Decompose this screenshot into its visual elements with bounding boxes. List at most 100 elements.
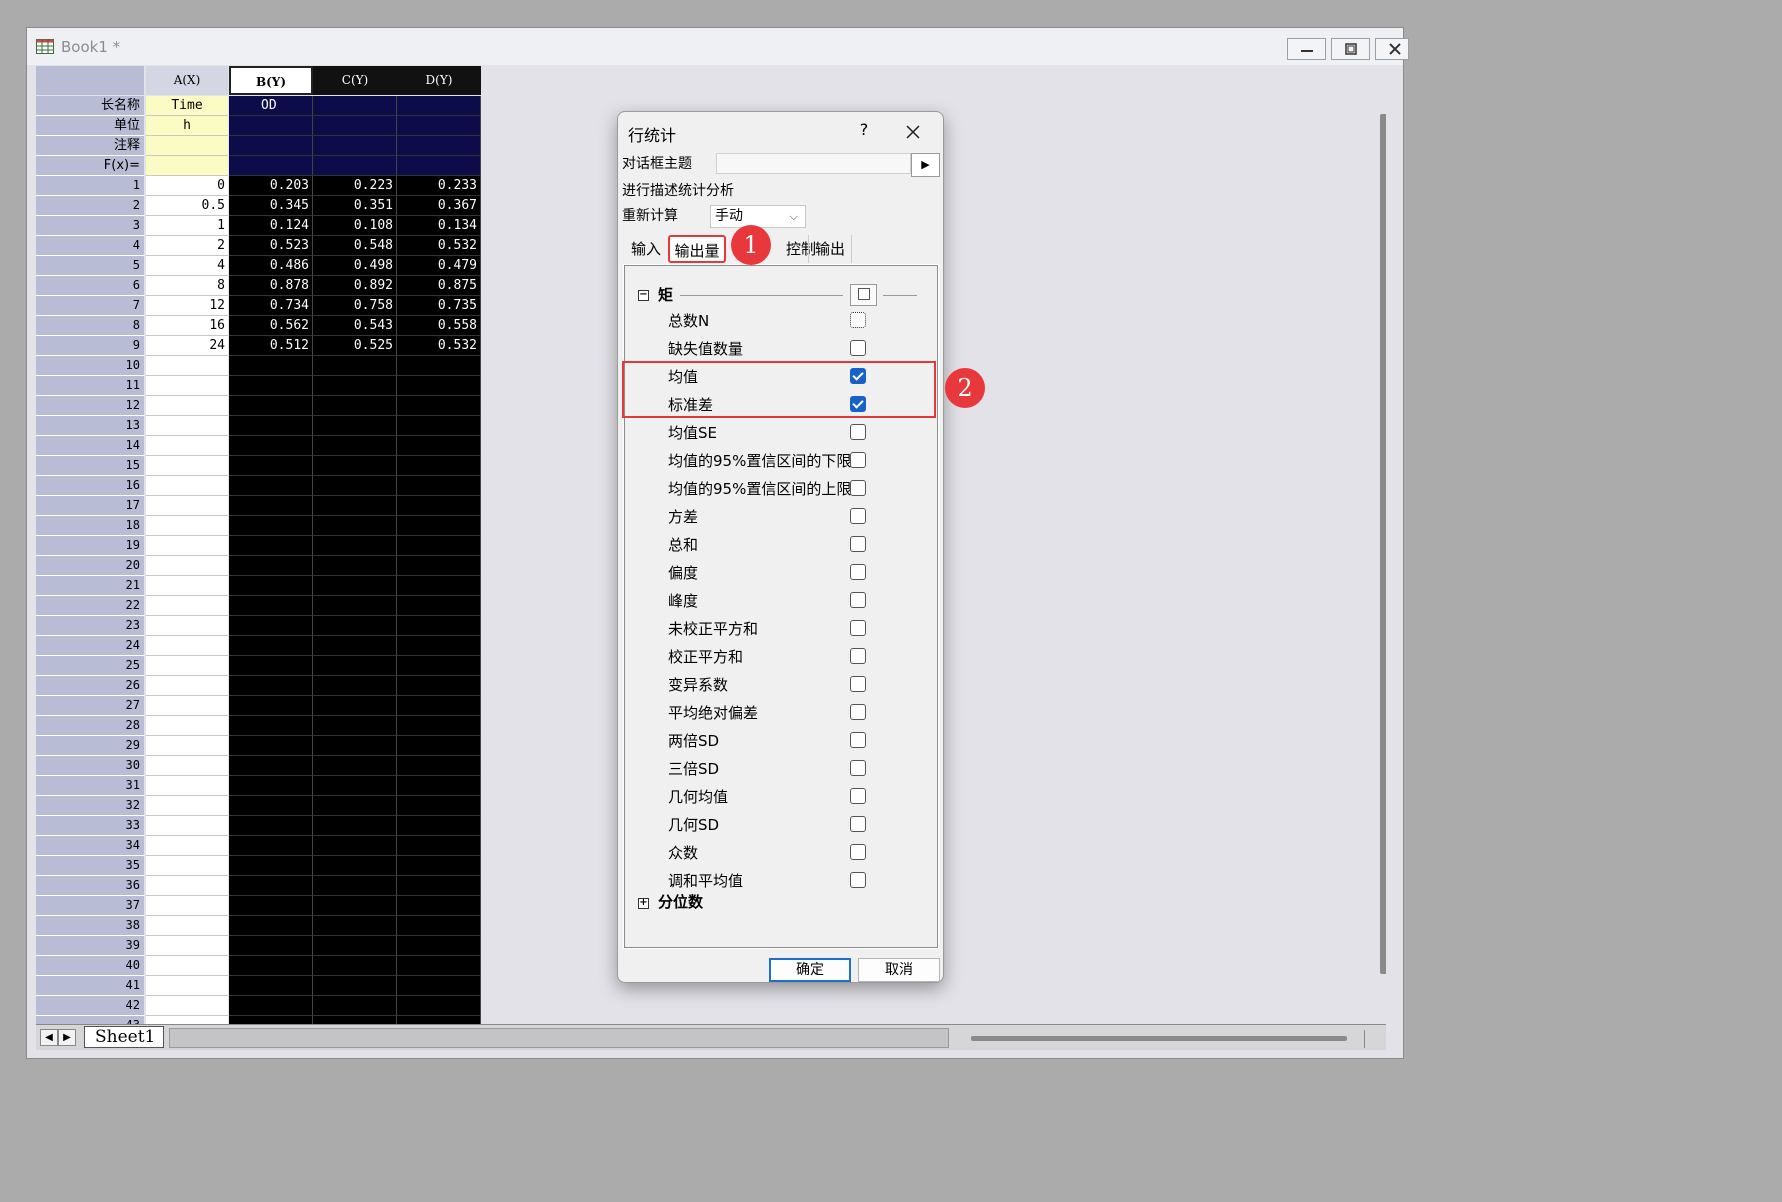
cell[interactable] (397, 1016, 481, 1024)
row-header[interactable]: 31 (36, 776, 144, 796)
cell[interactable] (229, 556, 313, 576)
cell[interactable] (229, 1016, 313, 1024)
cell[interactable] (397, 836, 481, 856)
resize-grip[interactable] (1364, 1030, 1382, 1048)
cell[interactable] (313, 576, 397, 596)
label-row-header[interactable]: 长名称 (36, 96, 144, 116)
cell[interactable] (229, 636, 313, 656)
stat-checkbox[interactable] (850, 340, 866, 356)
label-cell[interactable] (313, 96, 397, 116)
cell[interactable] (229, 496, 313, 516)
stat-checkbox[interactable] (850, 760, 866, 776)
stat-checkbox[interactable] (850, 564, 866, 580)
cell-a[interactable] (146, 716, 228, 736)
row-header[interactable]: 1 (36, 176, 144, 196)
cell[interactable] (229, 756, 313, 776)
cell[interactable]: 0.525 (313, 336, 397, 356)
cell[interactable] (397, 816, 481, 836)
stat-checkbox[interactable] (850, 648, 866, 664)
label-cell-a[interactable]: h (146, 116, 228, 136)
row-header[interactable]: 21 (36, 576, 144, 596)
cell[interactable] (397, 416, 481, 436)
label-cell[interactable] (313, 156, 397, 176)
cell-a[interactable] (146, 376, 228, 396)
cell-a[interactable] (146, 1016, 228, 1024)
cell[interactable]: 0.486 (229, 256, 313, 276)
cell[interactable]: 0.523 (229, 236, 313, 256)
stat-checkbox[interactable] (850, 872, 866, 888)
cell[interactable] (229, 396, 313, 416)
cell[interactable] (397, 916, 481, 936)
cell-a[interactable] (146, 356, 228, 376)
cell-a[interactable] (146, 576, 228, 596)
cell-a[interactable] (146, 676, 228, 696)
label-cell-a[interactable] (146, 136, 228, 156)
cell-a[interactable] (146, 856, 228, 876)
cell[interactable]: 0.134 (397, 216, 481, 236)
cell[interactable] (313, 696, 397, 716)
next-sheet-button[interactable]: ▶ (58, 1029, 76, 1046)
close-window-button[interactable] (1375, 38, 1409, 60)
recalculate-select[interactable]: 手动 ⌵ (710, 205, 806, 228)
stat-checkbox[interactable] (850, 312, 866, 328)
cell-a[interactable] (146, 996, 228, 1016)
cell[interactable] (397, 796, 481, 816)
label-cell[interactable] (229, 136, 313, 156)
cell[interactable] (313, 976, 397, 996)
cell-a[interactable] (146, 876, 228, 896)
cell-a[interactable]: 0.5 (146, 196, 228, 216)
stat-checkbox[interactable] (850, 816, 866, 832)
cell[interactable] (313, 596, 397, 616)
cell[interactable] (313, 616, 397, 636)
cell-a[interactable] (146, 976, 228, 996)
row-header[interactable]: 5 (36, 256, 144, 276)
cell-a[interactable] (146, 916, 228, 936)
cell[interactable] (229, 996, 313, 1016)
dialog-close-button[interactable] (901, 120, 925, 144)
cell[interactable] (229, 936, 313, 956)
label-cell-a[interactable] (146, 156, 228, 176)
cell[interactable] (397, 656, 481, 676)
cell[interactable] (397, 596, 481, 616)
stat-checkbox[interactable] (850, 480, 866, 496)
cell[interactable]: 0.532 (397, 236, 481, 256)
cell-a[interactable] (146, 556, 228, 576)
cell[interactable]: 0.875 (397, 276, 481, 296)
row-header[interactable]: 24 (36, 636, 144, 656)
cell[interactable] (313, 756, 397, 776)
cell[interactable]: 0.108 (313, 216, 397, 236)
row-header[interactable]: 18 (36, 516, 144, 536)
row-header[interactable]: 40 (36, 956, 144, 976)
cell[interactable] (397, 476, 481, 496)
cell-a[interactable] (146, 456, 228, 476)
cell[interactable] (313, 716, 397, 736)
cell[interactable]: 0.367 (397, 196, 481, 216)
stat-checkbox[interactable] (850, 788, 866, 804)
cell[interactable] (397, 576, 481, 596)
cell[interactable]: 0.203 (229, 176, 313, 196)
cell[interactable]: 0.543 (313, 316, 397, 336)
cell[interactable]: 0.223 (313, 176, 397, 196)
cell-a[interactable]: 4 (146, 256, 228, 276)
cell-a[interactable]: 2 (146, 236, 228, 256)
cell[interactable] (229, 356, 313, 376)
restore-button[interactable] (1331, 38, 1370, 60)
row-header[interactable]: 30 (36, 756, 144, 776)
row-header[interactable]: 11 (36, 376, 144, 396)
column-header-a[interactable]: A(X) (146, 66, 228, 95)
cell-a[interactable] (146, 696, 228, 716)
stat-checkbox[interactable] (850, 424, 866, 440)
cell[interactable] (397, 396, 481, 416)
cell[interactable] (397, 616, 481, 636)
cell[interactable] (397, 696, 481, 716)
cell[interactable] (313, 676, 397, 696)
row-header[interactable]: 7 (36, 296, 144, 316)
cell[interactable] (229, 876, 313, 896)
cell[interactable] (229, 976, 313, 996)
cell[interactable]: 0.878 (229, 276, 313, 296)
cell-a[interactable]: 12 (146, 296, 228, 316)
label-cell[interactable] (397, 96, 481, 116)
cell-a[interactable] (146, 796, 228, 816)
cell[interactable] (313, 896, 397, 916)
tab-output[interactable]: 输出 (808, 235, 852, 263)
